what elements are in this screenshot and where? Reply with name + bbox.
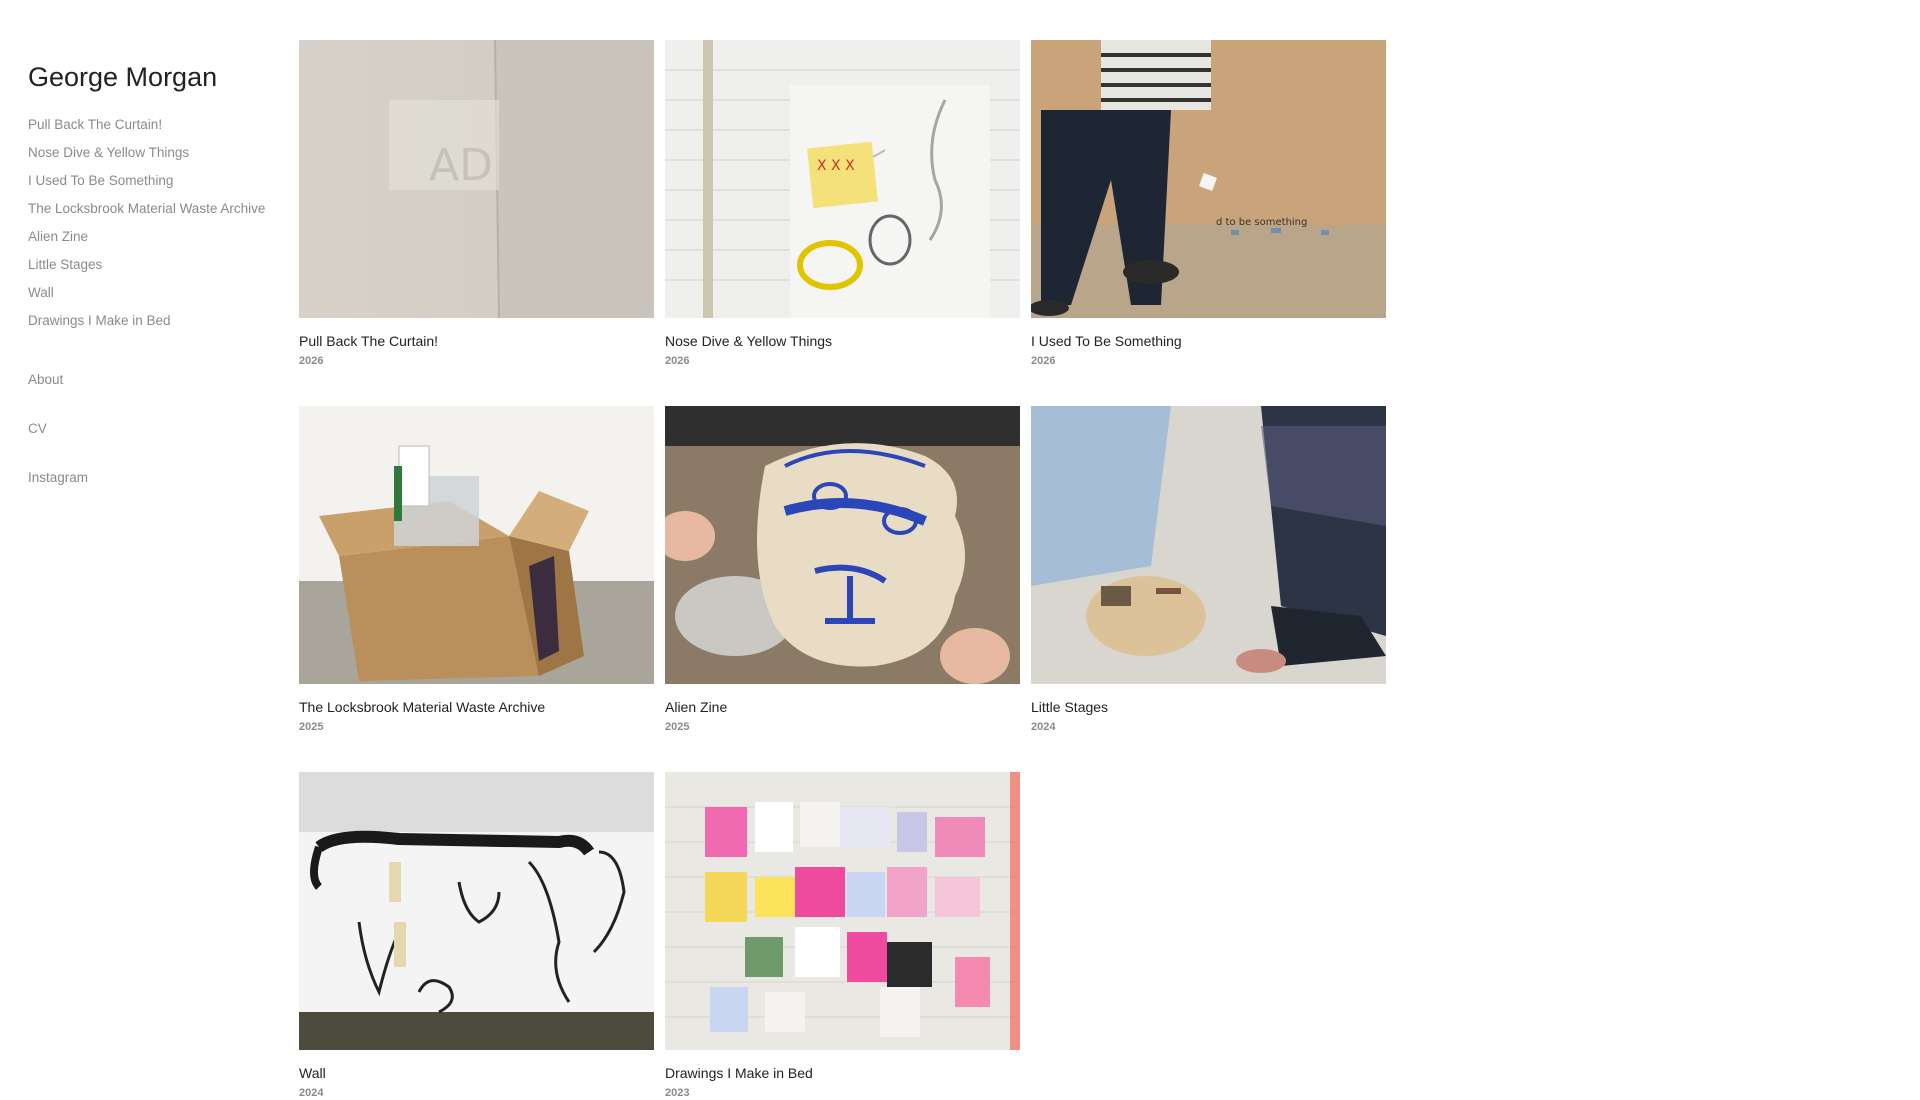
project-title[interactable]: The Locksbrook Material Waste Archive xyxy=(299,699,654,715)
project-card[interactable]: Drawings I Make in Bed 2023 xyxy=(665,772,1020,1100)
site-title[interactable]: George Morgan xyxy=(28,62,288,92)
project-year: 2023 xyxy=(665,1087,690,1099)
project-card[interactable]: X X X Nose Dive & Yellow Things 2026 xyxy=(665,40,1020,368)
sidebar: George Morgan Pull Back The Curtain! Nos… xyxy=(28,62,288,519)
project-title[interactable]: Pull Back The Curtain! xyxy=(299,333,654,349)
project-title[interactable]: Little Stages xyxy=(1031,699,1386,715)
nav-item-about[interactable]: About xyxy=(28,372,288,388)
secondary-nav: About CV Instagram xyxy=(28,372,288,486)
nav-item-cv[interactable]: CV xyxy=(28,421,288,437)
project-card[interactable]: Wall 2024 xyxy=(299,772,654,1100)
project-year: 2024 xyxy=(299,1087,324,1099)
project-year: 2026 xyxy=(665,355,690,367)
project-year: 2026 xyxy=(1031,355,1056,367)
svg-text:AD: AD xyxy=(429,140,493,191)
project-year: 2024 xyxy=(1031,721,1056,733)
project-year: 2025 xyxy=(299,721,324,733)
project-thumbnail[interactable] xyxy=(665,406,1020,684)
project-title[interactable]: Wall xyxy=(299,1065,654,1081)
svg-text:d to be something: d to be something xyxy=(1216,217,1307,228)
project-year: 2025 xyxy=(665,721,690,733)
nav-item-wall[interactable]: Wall xyxy=(28,285,288,301)
project-thumbnail[interactable] xyxy=(665,772,1020,1050)
project-title[interactable]: Drawings I Make in Bed xyxy=(665,1065,1020,1081)
project-thumbnail[interactable] xyxy=(299,406,654,684)
nav-item-drawings-in-bed[interactable]: Drawings I Make in Bed xyxy=(28,313,288,329)
nav-item-pull-back-the-curtain[interactable]: Pull Back The Curtain! xyxy=(28,117,288,133)
project-nav: Pull Back The Curtain! Nose Dive & Yello… xyxy=(28,117,288,329)
project-year: 2026 xyxy=(299,355,324,367)
nav-item-little-stages[interactable]: Little Stages xyxy=(28,257,288,273)
project-card[interactable]: Alien Zine 2025 xyxy=(665,406,1020,734)
project-thumbnail[interactable] xyxy=(299,772,654,1050)
nav-item-locksbrook-archive[interactable]: The Locksbrook Material Waste Archive xyxy=(28,201,288,217)
project-thumbnail[interactable] xyxy=(1031,406,1386,684)
project-title[interactable]: Alien Zine xyxy=(665,699,1020,715)
project-thumbnail[interactable]: X X X xyxy=(665,40,1020,318)
project-card[interactable]: The Locksbrook Material Waste Archive 20… xyxy=(299,406,654,734)
nav-item-i-used-to-be-something[interactable]: I Used To Be Something xyxy=(28,173,288,189)
nav-item-nose-dive[interactable]: Nose Dive & Yellow Things xyxy=(28,145,288,161)
project-card[interactable]: Little Stages 2024 xyxy=(1031,406,1386,734)
project-thumbnail[interactable]: d to be something xyxy=(1031,40,1386,318)
nav-item-alien-zine[interactable]: Alien Zine xyxy=(28,229,288,245)
project-thumbnail[interactable]: AD xyxy=(299,40,654,318)
project-title[interactable]: I Used To Be Something xyxy=(1031,333,1386,349)
project-card[interactable]: AD Pull Back The Curtain! 2026 xyxy=(299,40,654,368)
svg-text:X X X: X X X xyxy=(817,158,855,174)
project-card[interactable]: d to be something I Used To Be Something… xyxy=(1031,40,1386,368)
nav-item-instagram[interactable]: Instagram xyxy=(28,470,288,486)
project-title[interactable]: Nose Dive & Yellow Things xyxy=(665,333,1020,349)
